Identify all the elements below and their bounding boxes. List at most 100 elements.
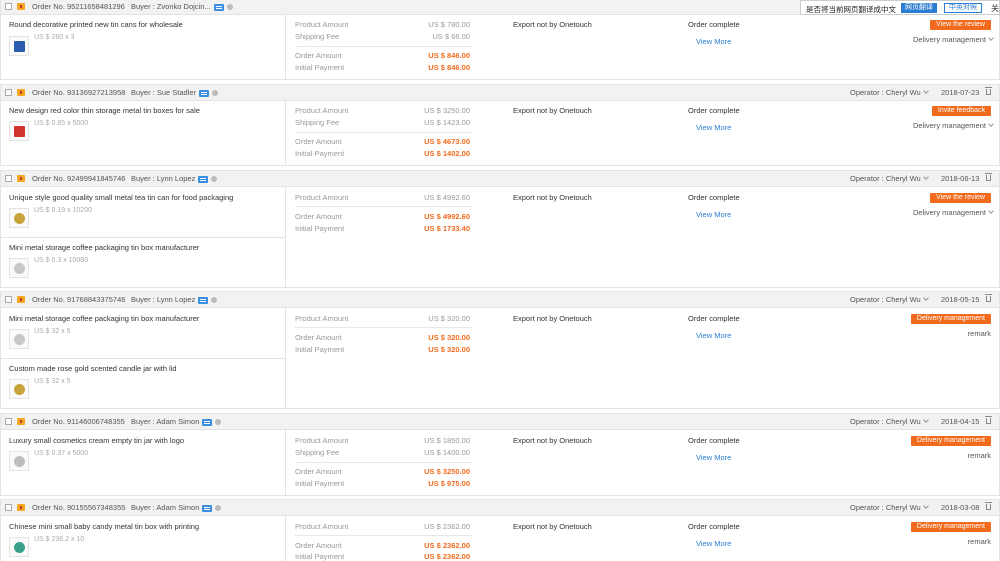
order-number[interactable]: Order No. 92499941845746 — [32, 174, 125, 183]
trash-icon[interactable] — [985, 173, 992, 181]
view-more-link[interactable]: View More — [696, 123, 731, 132]
product-thumbnail[interactable] — [9, 379, 29, 399]
delivery-management-button[interactable]: Delivery management — [910, 314, 991, 324]
select-checkbox[interactable] — [5, 296, 12, 303]
message-icon[interactable] — [198, 296, 209, 304]
order-number[interactable]: Order No. 90155567348355 — [32, 503, 125, 512]
flag-icon — [17, 3, 25, 10]
message-icon[interactable] — [199, 89, 210, 97]
delivery-management-dropdown[interactable]: Delivery management — [913, 208, 994, 217]
product-thumbnail[interactable] — [9, 36, 29, 56]
delivery-management-button[interactable]: Delivery management — [910, 436, 991, 446]
product-amount-label: Product Amount — [295, 106, 349, 115]
initial-payment-value: US $ 1402.00 — [424, 149, 470, 158]
select-checkbox[interactable] — [5, 3, 12, 10]
product-title[interactable]: Custom made rose gold scented candle jar… — [9, 364, 177, 373]
message-icon[interactable] — [198, 175, 209, 183]
delivery-management-button[interactable]: Delivery management — [910, 522, 991, 532]
view-more-link[interactable]: View More — [696, 210, 731, 219]
product-thumbnail[interactable] — [9, 208, 29, 228]
close-icon[interactable]: 关 — [991, 3, 999, 14]
view-more-link[interactable]: View More — [696, 453, 731, 462]
product-title[interactable]: Mini metal storage coffee packaging tin … — [9, 314, 199, 323]
select-checkbox[interactable] — [5, 175, 12, 182]
remark-link[interactable]: remark — [968, 451, 991, 460]
order-status: Order complete — [688, 106, 740, 115]
view-review-button[interactable]: View the review — [930, 193, 991, 203]
shipping-fee-value: US $ 1400.00 — [424, 448, 470, 457]
remark-link[interactable]: remark — [968, 537, 991, 546]
order-status: Order complete — [688, 193, 740, 202]
order-number[interactable]: Order No. 91768843375746 — [32, 295, 125, 304]
product-image — [14, 263, 25, 274]
export-info: Export not by Onetouch — [513, 314, 592, 323]
order-number[interactable]: Order No. 91146006748355 — [32, 417, 125, 426]
select-checkbox[interactable] — [5, 504, 12, 511]
product-thumbnail[interactable] — [9, 121, 29, 141]
view-review-button[interactable]: View the review — [930, 20, 991, 30]
product-title[interactable]: Luxury small cosmetics cream empty tin j… — [9, 436, 184, 445]
delivery-management-dropdown[interactable]: Delivery management — [913, 35, 994, 44]
product-thumbnail[interactable] — [9, 537, 29, 557]
view-more-link[interactable]: View More — [696, 331, 731, 340]
order-card: Order No. 93136927213958 Buyer : Sue Sta… — [0, 84, 1000, 166]
unit-price-quantity: US $ 32 x 5 — [34, 328, 71, 335]
product-image — [14, 41, 25, 52]
product-image — [14, 334, 25, 345]
product-title[interactable]: New design red color thin storage metal … — [9, 106, 200, 115]
product-thumbnail[interactable] — [9, 329, 29, 349]
view-more-link[interactable]: View More — [696, 539, 731, 548]
order-body: New design red color thin storage metal … — [1, 101, 999, 165]
order-body: Mini metal storage coffee packaging tin … — [1, 308, 999, 408]
delivery-management-dropdown[interactable]: Delivery management — [913, 121, 994, 130]
unit-price-quantity: US $ 32 x 5 — [34, 378, 71, 385]
select-checkbox[interactable] — [5, 89, 12, 96]
trash-icon[interactable] — [985, 87, 992, 95]
operator-dropdown[interactable]: Operator : Cheryl Wu — [850, 295, 929, 304]
initial-payment-value: US $ 1733.40 — [424, 224, 470, 233]
trash-icon[interactable] — [985, 294, 992, 302]
chevron-down-icon — [988, 208, 994, 214]
product-title[interactable]: Chinese mini small baby candy metal tin … — [9, 522, 199, 531]
chevron-down-icon — [922, 503, 929, 509]
order-amount-value: US $ 320.00 — [428, 333, 470, 342]
buyer-name[interactable]: Buyer : Adam Simon — [131, 417, 222, 426]
order-amount-label: Order Amount — [295, 467, 342, 476]
view-more-link[interactable]: View More — [696, 37, 731, 46]
message-icon[interactable] — [213, 3, 224, 11]
operator-dropdown[interactable]: Operator : Cheryl Wu — [850, 417, 929, 426]
product-amount-label: Product Amount — [295, 314, 349, 323]
operator-dropdown[interactable]: Operator : Cheryl Wu — [850, 174, 929, 183]
product-thumbnail[interactable] — [9, 451, 29, 471]
product-thumbnail[interactable] — [9, 258, 29, 278]
translate-page-button[interactable]: 网页翻译 — [901, 3, 937, 13]
trash-icon[interactable] — [985, 416, 992, 424]
order-amount-value: US $ 4673.00 — [424, 137, 470, 146]
buyer-name[interactable]: Buyer : Adam Simon — [131, 503, 222, 512]
order-header: Order No. 92499941845746 Buyer : Lynn Lo… — [1, 171, 999, 187]
product-title[interactable]: Unique style good quality small metal te… — [9, 193, 233, 202]
order-number[interactable]: Order No. 93136927213958 — [32, 88, 125, 97]
export-info: Export not by Onetouch — [513, 193, 592, 202]
operator-dropdown[interactable]: Operator : Cheryl Wu — [850, 88, 929, 97]
shipping-fee-label: Shipping Fee — [295, 448, 340, 457]
buyer-name[interactable]: Buyer : Zvonko Dojcin... — [131, 2, 233, 11]
product-amount-label: Product Amount — [295, 522, 349, 531]
translate-prompt-text: 是否将当前网页翻译成中文 — [806, 5, 896, 14]
bilingual-compare-button[interactable]: 中英对照 — [944, 3, 982, 13]
trash-icon[interactable] — [985, 502, 992, 510]
buyer-name[interactable]: Buyer : Lynn Lopez — [131, 295, 218, 304]
select-checkbox[interactable] — [5, 418, 12, 425]
order-number[interactable]: Order No. 95211658481296 — [32, 2, 125, 11]
remark-link[interactable]: remark — [968, 329, 991, 338]
product-title[interactable]: Mini metal storage coffee packaging tin … — [9, 243, 199, 252]
invite-feedback-button[interactable]: Invite feedback — [931, 106, 991, 116]
order-date: 2018-04-15 — [941, 417, 980, 426]
message-icon[interactable] — [202, 504, 213, 512]
divider — [295, 327, 473, 328]
buyer-name[interactable]: Buyer : Lynn Lopez — [131, 174, 218, 183]
buyer-name[interactable]: Buyer : Sue Stadler — [131, 88, 219, 97]
message-icon[interactable] — [202, 418, 213, 426]
product-title[interactable]: Round decorative printed new tin cans fo… — [9, 20, 183, 29]
operator-dropdown[interactable]: Operator : Cheryl Wu — [850, 503, 929, 512]
